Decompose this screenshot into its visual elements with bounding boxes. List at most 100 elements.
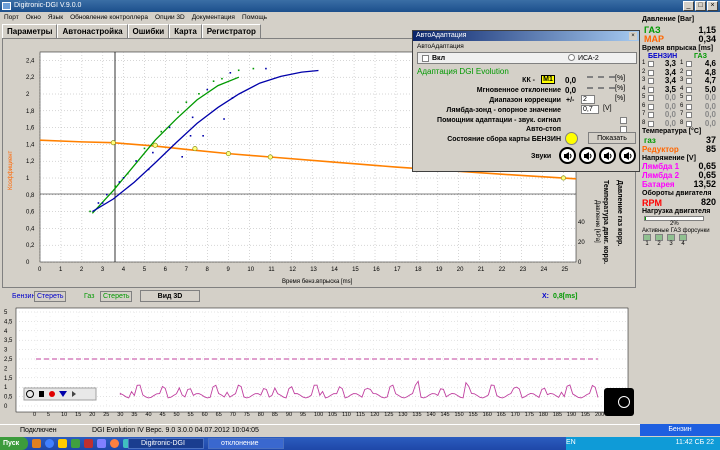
oscilloscope-chart[interactable]: 0 0,5 1 1,5 2 2,5 3 3,5 4 4,5 5 0 5 10 15 20 25 30 35 40 45… (2, 306, 636, 424)
scope-x-tick: 0 (33, 412, 36, 418)
scope-x-tick: 185 (553, 412, 562, 418)
benzin-cyl-checkbox[interactable] (648, 86, 654, 93)
logo-circle-icon (618, 396, 630, 408)
scatter-point (147, 168, 150, 171)
isa2-radio[interactable] (568, 54, 575, 61)
benzin-cyl-checkbox[interactable] (648, 112, 654, 118)
app-icon-4[interactable] (84, 439, 93, 448)
range-input[interactable]: 2 (581, 95, 595, 104)
scatter-point (221, 77, 223, 80)
gas-cyl-checkbox[interactable] (686, 86, 692, 93)
speaker-icon[interactable] (619, 147, 636, 164)
x-axis-label: Время бенз.впрыска [ms] (282, 279, 353, 285)
menu-item-1[interactable]: Окно (26, 12, 41, 23)
scatter-point (212, 80, 215, 82)
x-tick-label: 18 (415, 267, 422, 273)
tab-2[interactable]: Ошибки (127, 24, 170, 38)
kk-label: КК - (522, 77, 535, 84)
isa2-label: ИСА-2 (578, 55, 599, 62)
lambda-ref-input[interactable]: 0,7 (581, 105, 599, 114)
menu-item-3[interactable]: Обновление контроллера (70, 12, 148, 23)
benzin-cyl-checkbox[interactable] (648, 120, 654, 127)
task-digitronic[interactable]: Digitronic-DGI (128, 438, 204, 449)
scope-x-tick: 65 (216, 412, 222, 418)
scope-x-tick: 135 (412, 412, 421, 418)
start-button[interactable]: Пуск (0, 437, 28, 450)
benzin-cyl-num: 2 (642, 68, 646, 75)
benzin-cyl-checkbox[interactable] (648, 78, 654, 84)
y-tick-label: 2 (26, 92, 30, 98)
view-3d-button[interactable]: Вид 3D (140, 290, 200, 302)
speaker-icon[interactable] (579, 147, 596, 164)
erase-benzin-button[interactable]: Стереть (34, 291, 67, 302)
gas-cyl-checkbox[interactable] (686, 78, 692, 84)
injection-table: 1 3,3 1 4,6 2 3,4 2 4,8 3 3,4 3 4,7 4 3,5 4 5,0 5 0,0 5 0,0… (640, 59, 720, 132)
gas-cyl-checkbox[interactable] (686, 95, 692, 101)
scope-x-tick: 10 (61, 412, 67, 418)
menu-item-0[interactable]: Порт (4, 12, 19, 23)
enable-checkbox[interactable] (422, 55, 429, 64)
gas-cyl-checkbox[interactable] (686, 69, 692, 76)
scope-x-tick: 70 (230, 412, 236, 418)
gas-inj-value: 0,0 (704, 118, 716, 128)
map-state-label: Состояние сбора карты БЕНЗИН (447, 136, 561, 143)
erase-gas-button[interactable]: Стереть (100, 291, 133, 302)
map-label: MAP (644, 34, 664, 44)
scatter-point (122, 177, 125, 179)
scope-x-tick: 115 (356, 412, 365, 418)
enable-label: Вкл (432, 55, 446, 62)
app-icon-6[interactable] (110, 439, 119, 448)
menu-item-5[interactable]: Документация (192, 12, 235, 23)
load-value: 2% (670, 221, 679, 227)
record-icon[interactable] (49, 391, 55, 397)
injector-3: 3 (666, 234, 676, 247)
side-label-pressure: Давление газ корр. (616, 180, 623, 247)
tab-3[interactable]: Карта (169, 24, 202, 38)
benzin-cyl-num: 3 (642, 77, 646, 83)
gas-cyl-checkbox[interactable] (686, 112, 692, 118)
scope-y-tick: 3 (4, 348, 8, 354)
task-image[interactable]: отклонение до.JPG - (208, 438, 284, 449)
lang-indicator[interactable]: EN (566, 439, 576, 446)
benzin-cyl-checkbox[interactable] (648, 69, 654, 76)
gas-cyl-checkbox[interactable] (686, 61, 692, 67)
benzin-cyl-checkbox[interactable] (648, 95, 654, 101)
app-icon-2[interactable] (45, 439, 54, 448)
folder-icon[interactable] (58, 439, 67, 448)
menu-item-2[interactable]: Язык (48, 12, 63, 23)
tab-4[interactable]: Регистратор (201, 24, 261, 38)
scatter-point (252, 67, 255, 70)
scope-x-tick: 50 (174, 412, 180, 418)
gas-cyl-checkbox[interactable] (686, 120, 692, 127)
y2-tick-label: 20 (578, 240, 585, 246)
tab-0[interactable]: Параметры (2, 24, 58, 38)
x-tick-label: 15 (352, 267, 359, 273)
speaker-icon[interactable] (559, 147, 576, 164)
benzin-cyl-checkbox[interactable] (648, 103, 654, 110)
helper-checkbox[interactable] (620, 117, 627, 126)
scope-x-tick: 160 (483, 412, 492, 418)
minimize-button[interactable]: _ (683, 1, 694, 11)
benzin-cyl-checkbox[interactable] (648, 61, 654, 67)
tab-1[interactable]: Автонастройка (57, 24, 128, 38)
scope-y-tick: 0,5 (4, 395, 13, 401)
map-state-led (565, 132, 578, 145)
app-icon-3[interactable] (71, 439, 80, 448)
x-label: X: (542, 293, 549, 300)
gas-cyl-checkbox[interactable] (686, 103, 692, 110)
dialog-close-button[interactable]: × (629, 32, 637, 40)
scope-x-tick: 175 (525, 412, 534, 418)
kk-unit: [%] (615, 75, 626, 82)
app-icon-1[interactable] (32, 439, 41, 448)
side-labels: Температура двиг. корр. Давление газ кор… (600, 180, 636, 290)
close-button[interactable]: × (707, 1, 718, 11)
app-icon-5[interactable] (97, 439, 106, 448)
maximize-button[interactable]: □ (695, 1, 706, 11)
helper-label: Помощник адаптации - звук. сигнал (437, 117, 561, 124)
speaker-icon[interactable] (599, 147, 616, 164)
stop-icon[interactable] (39, 391, 44, 397)
show-button[interactable]: Показать (588, 132, 636, 144)
menu-item-6[interactable]: Помощь (242, 12, 267, 23)
scope-y-tick: 1 (4, 385, 8, 391)
menu-item-4[interactable]: Опции 3D (155, 12, 185, 23)
